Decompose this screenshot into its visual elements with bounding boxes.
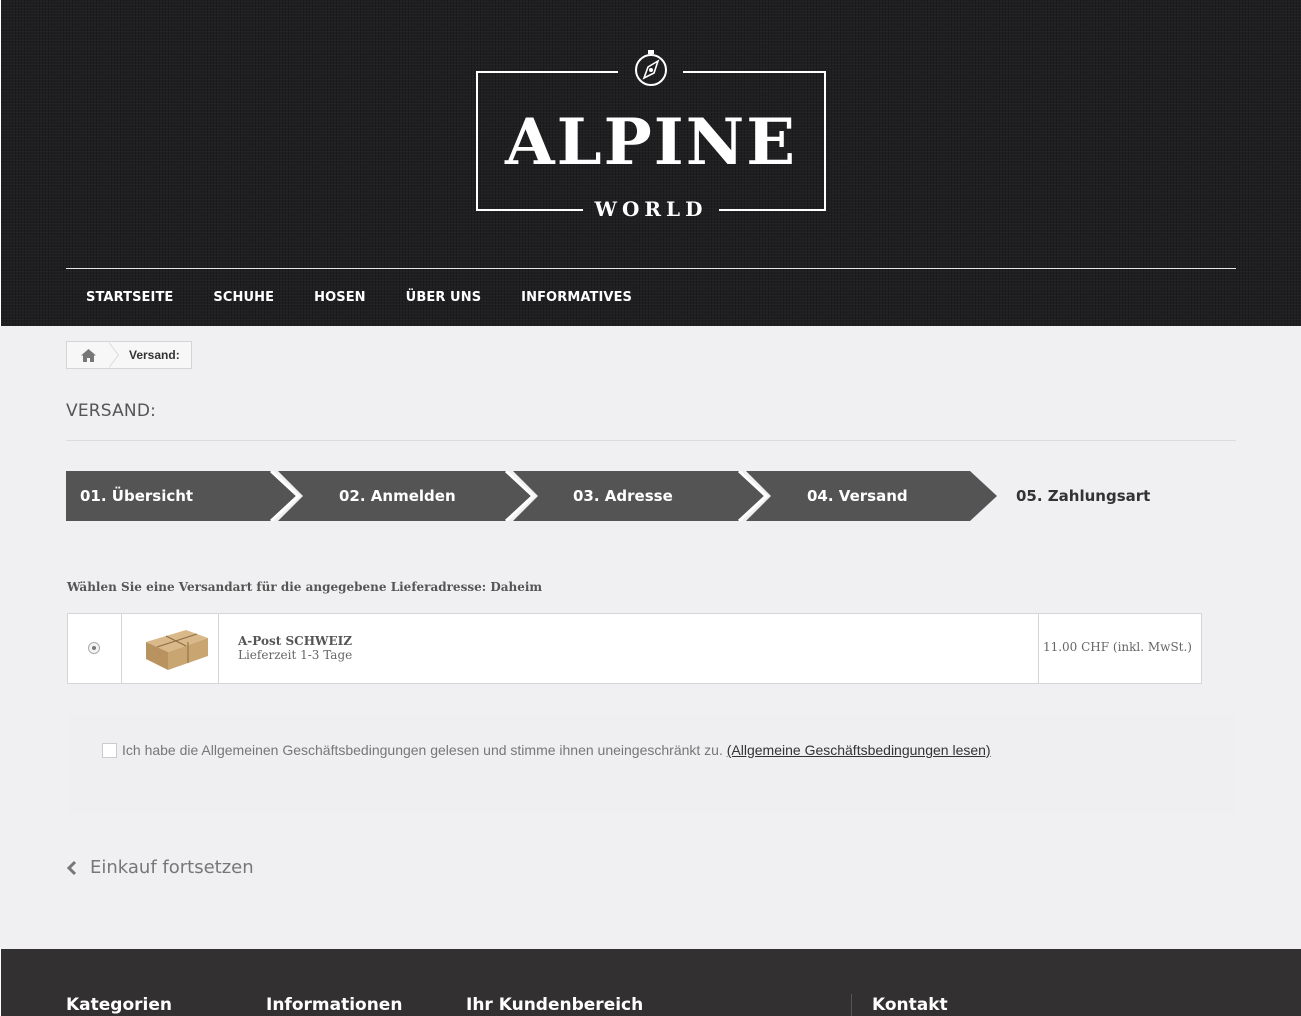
footer-heading-kategorien: Kategorien	[66, 995, 172, 1015]
nav-item-hosen[interactable]: HOSEN	[294, 286, 386, 310]
delivery-instruction: Wählen Sie eine Versandart für die angeg…	[67, 580, 543, 594]
terms-link[interactable]: (Allgemeine Geschäftsbedingungen lesen)	[727, 742, 991, 758]
footer-edge	[0, 949, 1, 1016]
header-edge	[0, 0, 1, 326]
site-logo[interactable]: ALPINE WORLD	[473, 44, 829, 220]
carrier-logo-cell	[122, 614, 219, 683]
nav-item-schuhe[interactable]: SCHUHE	[193, 286, 294, 310]
breadcrumb-separator-fill	[108, 342, 118, 368]
nav-divider	[66, 268, 1236, 269]
footer-heading-kundenbereich: Ihr Kundenbereich	[466, 995, 644, 1015]
step-adresse[interactable]: 03. Adresse	[573, 471, 673, 521]
carrier-delay: Lieferzeit 1-3 Tage	[238, 648, 353, 662]
brand-sub: WORLD	[594, 197, 708, 220]
breadcrumb-current: Versand:	[129, 348, 180, 362]
carrier-option[interactable]: A-Post SCHWEIZ Lieferzeit 1-3 Tage 11.00…	[67, 613, 1202, 684]
terms-text: Ich habe die Allgemeinen Geschäftsbeding…	[122, 742, 991, 758]
step-versand: 04. Versand	[807, 487, 908, 505]
page-title: VERSAND:	[66, 401, 157, 421]
step-zahlungsart: 05. Zahlungsart	[1016, 487, 1151, 505]
breadcrumb-home[interactable]	[67, 342, 109, 368]
brand-name: ALPINE	[504, 105, 797, 180]
footer-heading-informationen: Informationen	[266, 995, 403, 1015]
home-icon	[80, 348, 96, 362]
footer-divider	[851, 994, 852, 1016]
terms-checkbox[interactable]	[102, 743, 117, 758]
nav-item-ueber-uns[interactable]: ÜBER UNS	[386, 286, 501, 310]
compass-icon	[635, 50, 667, 86]
carrier-radio-cell	[68, 614, 122, 683]
carrier-name: A-Post SCHWEIZ	[238, 634, 353, 648]
step-anmelden[interactable]: 02. Anmelden	[339, 471, 456, 521]
continue-shopping-label: Einkauf fortsetzen	[90, 857, 254, 878]
footer-heading-kontakt: Kontakt	[872, 995, 948, 1015]
breadcrumb: Versand:	[66, 341, 192, 369]
chevron-left-icon	[66, 860, 77, 875]
step-uebersicht[interactable]: 01. Übersicht	[80, 471, 193, 521]
main-nav: STARTSEITE SCHUHE HOSEN ÜBER UNS INFORMA…	[66, 286, 652, 310]
continue-shopping-button[interactable]: Einkauf fortsetzen	[66, 857, 254, 878]
carrier-price: 11.00 CHF (inkl. MwSt.)	[1042, 640, 1192, 654]
carrier-price-divider	[1038, 614, 1039, 683]
carrier-radio[interactable]	[88, 642, 100, 654]
nav-item-startseite[interactable]: STARTSEITE	[66, 286, 193, 310]
nav-item-informatives[interactable]: INFORMATIVES	[501, 286, 652, 310]
checkout-steps: 01. Übersicht 02. Anmelden 03. Adresse 0…	[66, 471, 1236, 521]
title-divider	[66, 440, 1236, 441]
site-footer	[0, 949, 1301, 1016]
parcel-icon	[146, 630, 208, 670]
terms-box	[67, 714, 1235, 814]
terms-label: Ich habe die Allgemeinen Geschäftsbeding…	[122, 742, 723, 758]
